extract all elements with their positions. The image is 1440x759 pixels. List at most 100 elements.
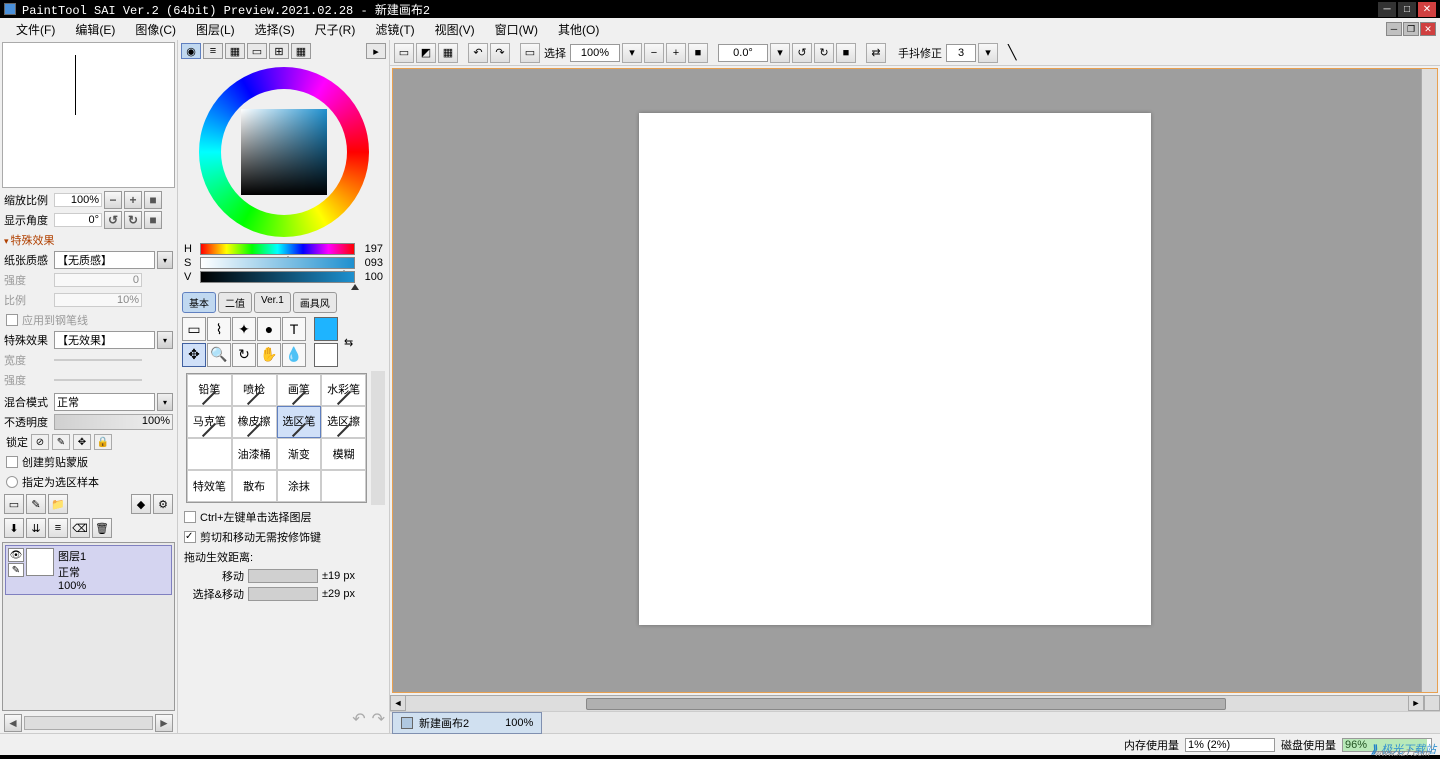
new-linework-button[interactable]: ✎ (26, 494, 46, 514)
swap-colors-icon[interactable]: ⇆ (344, 336, 353, 349)
tb-deselect[interactable]: ▭ (394, 43, 414, 63)
brush-bucket[interactable]: 油漆桶 (232, 438, 277, 470)
hscroll-right[interactable]: ► (1408, 695, 1424, 711)
minimize-button[interactable]: ─ (1378, 2, 1396, 17)
brush-brush[interactable]: 画笔 (277, 374, 322, 406)
color-wheel-mode[interactable]: ◉ (181, 43, 201, 59)
color-wheel[interactable] (178, 62, 389, 242)
delete-layer-button[interactable]: 🗑 (92, 518, 112, 538)
brush-eraser[interactable]: 橡皮擦 (232, 406, 277, 438)
brush-blur[interactable]: 模糊 (321, 438, 366, 470)
doc-close-button[interactable]: ✕ (1420, 22, 1436, 36)
tb-invert[interactable]: ◩ (416, 43, 436, 63)
tb-line-icon[interactable]: ╲ (1008, 44, 1016, 61)
menu-image[interactable]: 图像(C) (125, 19, 186, 40)
effect-dropdown-arrow[interactable]: ▾ (157, 331, 173, 349)
tb-zoom-out[interactable]: − (644, 43, 664, 63)
menu-ruler[interactable]: 尺子(R) (305, 19, 366, 40)
brush-scrollbar[interactable] (371, 371, 385, 505)
brush-scatter[interactable]: 散布 (232, 470, 277, 502)
layer-scroll-right[interactable]: ► (155, 714, 173, 732)
tooltab-paint[interactable]: 画具风 (293, 292, 337, 313)
tb-undo[interactable]: ↶ (468, 43, 488, 63)
color-options-button[interactable]: ▸ (366, 43, 386, 59)
hue-value[interactable]: 197 (359, 243, 383, 255)
lock-position-icon[interactable]: ✥ (73, 434, 91, 450)
layer-settings-button[interactable]: ⚙ (153, 494, 173, 514)
canvas-document[interactable] (639, 113, 1151, 625)
selmove-slider[interactable] (248, 587, 318, 601)
brush-airbrush[interactable]: 喷枪 (232, 374, 277, 406)
tool-zoom[interactable]: 🔍 (207, 343, 231, 367)
zoom-value[interactable]: 100% (54, 193, 102, 207)
menu-other[interactable]: 其他(O) (548, 19, 609, 40)
flatten-button[interactable]: ≡ (48, 518, 68, 538)
lock-all-icon[interactable]: 🔒 (94, 434, 112, 450)
brush-selpen[interactable]: 选区笔 (277, 406, 322, 438)
menu-layer[interactable]: 图层(L) (186, 19, 245, 40)
lock-pixels-icon[interactable]: ✎ (52, 434, 70, 450)
brush-empty2[interactable] (321, 470, 366, 502)
layer-visibility-icon[interactable]: 👁 (8, 548, 24, 562)
paper-dropdown-arrow[interactable]: ▾ (157, 251, 173, 269)
new-layer-button[interactable]: ▭ (4, 494, 24, 514)
menu-edit[interactable]: 编辑(E) (65, 19, 125, 40)
tb-redo[interactable]: ↷ (490, 43, 510, 63)
apply-pen-checkbox[interactable] (6, 314, 18, 326)
sat-slider[interactable] (200, 257, 355, 269)
fx-header[interactable]: 特殊效果 (0, 230, 177, 250)
layer-hscroll[interactable] (24, 716, 153, 730)
layer-scroll-left[interactable]: ◄ (4, 714, 22, 732)
brush-pencil[interactable]: 铅笔 (187, 374, 232, 406)
merge-down-button[interactable]: ⇊ (26, 518, 46, 538)
background-color[interactable] (314, 343, 338, 367)
color-rgb-mode[interactable]: ≡ (203, 43, 223, 59)
brush-empty1[interactable] (187, 438, 232, 470)
redo-icon[interactable]: ↷ (372, 709, 385, 729)
maximize-button[interactable]: □ (1398, 2, 1416, 17)
canvas[interactable] (393, 69, 1421, 692)
opacity-slider[interactable]: 100% (54, 414, 173, 430)
tb-rotate-cw[interactable]: ↻ (814, 43, 834, 63)
horizontal-scrollbar[interactable] (406, 695, 1408, 711)
hue-slider[interactable] (200, 243, 355, 255)
layer-thumbnail[interactable] (26, 548, 54, 576)
tooltab-ver1[interactable]: Ver.1 (254, 292, 291, 313)
layer-mask-button[interactable]: ◆ (131, 494, 151, 514)
tool-rect-select[interactable]: ▭ (182, 317, 206, 341)
document-tab[interactable]: 新建画布2 100% (392, 712, 542, 734)
doc-restore-button[interactable]: ❐ (1403, 22, 1419, 36)
rotate-reset-button[interactable]: ■ (144, 211, 162, 229)
brush-fx[interactable]: 特效笔 (187, 470, 232, 502)
tooltab-basic[interactable]: 基本 (182, 292, 216, 313)
brush-smudge[interactable]: 涂抹 (277, 470, 322, 502)
tb-show-sel[interactable]: ▦ (438, 43, 458, 63)
tool-text[interactable]: T (282, 317, 306, 341)
color-gray-mode[interactable]: ▭ (247, 43, 267, 59)
tb-select-icon[interactable]: ▭ (520, 43, 540, 63)
tool-shape[interactable]: ● (257, 317, 281, 341)
tb-flip-h[interactable]: ⇄ (866, 43, 886, 63)
color-scratchpad-mode[interactable]: ▦ (291, 43, 311, 59)
doc-minimize-button[interactable]: ─ (1386, 22, 1402, 36)
tb-rotate-dd[interactable]: ▾ (770, 43, 790, 63)
tooltab-binary[interactable]: 二值 (218, 292, 252, 313)
tb-stabilizer-field[interactable] (946, 44, 976, 62)
layer-list[interactable]: 👁 ✎ 图层1 正常 100% (2, 542, 175, 711)
brush-selerase[interactable]: 选区擦 (321, 406, 366, 438)
cut-move-checkbox[interactable] (184, 531, 196, 543)
brush-gradient[interactable]: 渐变 (277, 438, 322, 470)
tb-zoom-field[interactable] (570, 44, 620, 62)
color-swatches-mode[interactable]: ⊞ (269, 43, 289, 59)
rotate-cw-button[interactable]: ↻ (124, 211, 142, 229)
menu-select[interactable]: 选择(S) (245, 19, 305, 40)
tool-lasso[interactable]: ⌇ (207, 317, 231, 341)
ctrl-click-checkbox[interactable] (184, 511, 196, 523)
menu-view[interactable]: 视图(V) (425, 19, 485, 40)
color-hsv-mode[interactable]: ▦ (225, 43, 245, 59)
tool-rotate[interactable]: ↻ (232, 343, 256, 367)
lock-none-icon[interactable]: ⊘ (31, 434, 49, 450)
foreground-color[interactable] (314, 317, 338, 341)
brush-marker[interactable]: 马克笔 (187, 406, 232, 438)
tool-hand[interactable]: ✋ (257, 343, 281, 367)
